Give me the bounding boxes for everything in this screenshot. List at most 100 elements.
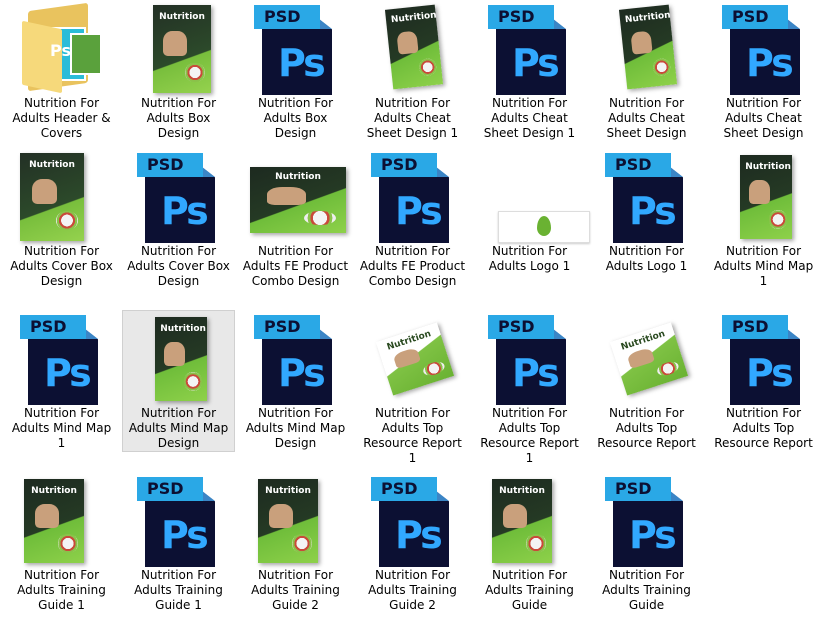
file-item[interactable]: Nutrition Nutrition For Adults Mind Map 1 [707,148,818,290]
file-thumbnail: PSD Ps [240,311,353,406]
file-item[interactable]: PSD Ps Nutrition For Adults Cheat Sheet De… [707,0,818,142]
file-name: Nutrition For Adults Top Resource Report… [363,406,462,465]
file-thumbnail: PSD Ps [591,473,704,568]
file-thumbnail: PSD Ps [708,311,818,406]
file-name: Nutrition For Adults Mind Map Design [128,406,229,450]
psd-file-icon: PSD Ps [488,313,576,405]
psd-badge: PSD [488,5,554,29]
file-name: Nutrition For Adults Cover Box Design [10,244,113,288]
file-item[interactable]: Nutrition Nutrition For Adults Mind Map D… [122,310,235,452]
file-name: Nutrition For Adults Cover Box Design [127,244,230,288]
combo-thumbnail: Nutrition [250,167,346,233]
file-item[interactable]: PSD Ps Nutrition For Adults Training Guide… [122,472,235,614]
psd-file-icon: PSD Ps [605,475,693,567]
file-thumbnail: Nutrition [591,1,704,96]
file-item[interactable]: PSD Ps Nutrition For Adults FE Product Com… [356,148,469,290]
file-name: Nutrition For Adults Box Design [257,96,334,140]
file-item[interactable]: PSD Ps Nutrition For Adults Top Resource R… [707,310,818,452]
ps-glyph: Ps [278,351,326,395]
file-name: Nutrition For Adults Box Design [140,96,217,140]
file-item[interactable]: Nutrition Nutrition For Adults Training G… [239,472,352,614]
psd-badge: PSD [254,5,320,29]
ps-glyph: Ps [50,41,71,60]
file-item[interactable]: Nutrition Nutrition For Adults Top Resour… [590,310,703,452]
file-item[interactable]: PSD Ps Nutrition For Adults Logo 1 [590,148,703,275]
psd-badge: PSD [254,315,320,339]
file-name: Nutrition For Adults Cheat Sheet Design [723,96,804,140]
file-item[interactable]: Ps Nutrition For Adults Header & Covers [5,0,118,142]
psd-badge: PSD [605,477,671,501]
file-item[interactable]: PSD Ps Nutrition For Adults Mind Map 1 [5,310,118,452]
psd-badge: PSD [722,315,788,339]
file-item[interactable]: Nutrition Nutrition For Adults FE Product… [239,148,352,290]
file-thumbnail [474,149,590,244]
file-thumbnail: Nutrition [357,1,470,96]
file-item[interactable]: PSD Ps Nutrition For Adults Top Resource R… [473,310,586,467]
file-thumbnail: PSD Ps [240,1,353,96]
file-name: Nutrition For Adults Mind Map 1 [11,406,112,450]
psd-badge: PSD [20,315,86,339]
file-thumbnail: Nutrition [6,473,119,568]
psd-file-icon: PSD Ps [254,3,342,95]
psd-file-icon: PSD Ps [722,3,810,95]
file-thumbnail: Nutrition [474,473,587,568]
training-guide-thumbnail: Nutrition [24,479,84,563]
file-item[interactable]: Nutrition Nutrition For Adults Cheat Shee… [356,0,469,142]
ps-glyph: Ps [746,351,794,395]
folder-icon: Ps [20,2,104,94]
psd-file-icon: PSD Ps [137,151,225,243]
file-thumbnail: Nutrition [357,311,470,406]
file-item[interactable]: PSD Ps Nutrition For Adults Mind Map Desig… [239,310,352,452]
file-thumbnail: Ps [6,1,119,96]
psd-file-icon: PSD Ps [722,313,810,405]
file-name: Nutrition For Adults Training Guide [602,568,691,612]
ps-glyph: Ps [395,513,443,557]
training-guide-thumbnail: Nutrition [258,479,318,563]
file-name: Nutrition For Adults Training Guide 2 [251,568,340,612]
file-name: Nutrition For Adults Mind Map 1 [713,244,814,288]
psd-file-icon: PSD Ps [254,313,342,405]
psd-badge: PSD [605,153,671,177]
ps-glyph: Ps [512,41,560,85]
file-item[interactable]: Nutrition Nutrition For Adults Box Design [122,0,235,142]
psd-file-icon: PSD Ps [137,475,225,567]
file-name: Nutrition For Adults Cheat Sheet Design … [483,96,576,140]
file-item[interactable]: Nutrition Nutrition For Adults Cover Box … [5,148,118,290]
file-item[interactable]: PSD Ps Nutrition For Adults Training Guide [590,472,703,614]
file-name: Nutrition For Adults Training Guide 1 [134,568,223,612]
ps-glyph: Ps [44,351,92,395]
file-item[interactable]: Nutrition Nutrition For Adults Cheat Shee… [590,0,703,142]
file-thumbnail: Nutrition [240,473,353,568]
ps-glyph: Ps [512,351,560,395]
file-name: Nutrition For Adults Header & Covers [12,96,111,140]
file-item[interactable]: Nutrition Nutrition For Adults Training G… [5,472,118,614]
psd-badge: PSD [371,477,437,501]
psd-file-icon: PSD Ps [488,3,576,95]
file-name: Nutrition For Adults Cheat Sheet Design … [366,96,459,140]
cover-box-thumbnail: Nutrition [20,153,84,241]
file-item[interactable]: Nutrition Nutrition For Adults Top Resour… [356,310,469,467]
psd-file-icon: PSD Ps [371,151,459,243]
file-item[interactable]: Nutrition For Adults Logo 1 [473,148,590,275]
psd-badge: PSD [488,315,554,339]
cheat-sheet-thumbnail: Nutrition [618,4,678,90]
ps-glyph: Ps [629,513,677,557]
file-item[interactable]: PSD Ps Nutrition For Adults Training Guide… [356,472,469,614]
file-thumbnail: PSD Ps [474,311,587,406]
mind-map-thumbnail: Nutrition [155,317,207,401]
file-name: Nutrition For Adults Top Resource Report [714,406,813,450]
cheat-sheet-thumbnail: Nutrition [384,4,444,90]
file-thumbnail: PSD Ps [474,1,587,96]
training-guide-thumbnail: Nutrition [492,479,552,563]
file-item[interactable]: Nutrition Nutrition For Adults Training G… [473,472,586,614]
ps-glyph: Ps [629,189,677,233]
file-thumbnail: Nutrition [123,1,236,96]
file-item[interactable]: PSD Ps Nutrition For Adults Cheat Sheet De… [473,0,586,142]
ps-glyph: Ps [746,41,794,85]
file-thumbnail: PSD Ps [357,149,470,244]
ps-glyph: Ps [161,513,209,557]
file-item[interactable]: PSD Ps Nutrition For Adults Box Design [239,0,352,142]
file-thumbnail: Nutrition [708,149,818,244]
file-name: Nutrition For Adults Cheat Sheet Design [606,96,687,140]
file-item[interactable]: PSD Ps Nutrition For Adults Cover Box Desi… [122,148,235,290]
